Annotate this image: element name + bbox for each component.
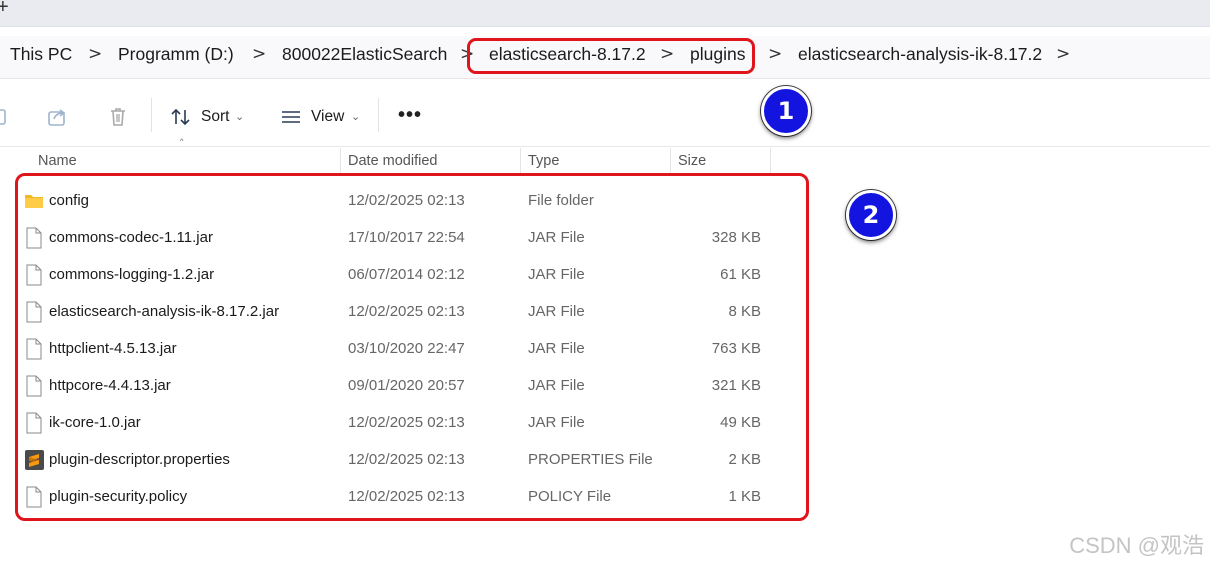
annotation-badge-2: 2 — [846, 190, 896, 240]
breadcrumb-item-this-pc[interactable]: This PC — [10, 44, 72, 65]
sort-button[interactable]: Sort — [201, 108, 229, 126]
column-header-name[interactable]: Name — [38, 153, 77, 169]
column-resize-handle[interactable] — [670, 148, 671, 176]
highlight-breadcrumb-box — [467, 38, 755, 74]
chevron-right-icon[interactable]: > — [88, 44, 102, 64]
column-resize-handle[interactable] — [520, 148, 521, 176]
column-header-date[interactable]: Date modified — [348, 153, 437, 169]
highlight-file-list-box — [15, 173, 809, 521]
view-icon[interactable] — [280, 106, 302, 128]
toolbar-divider — [378, 98, 379, 132]
chevron-right-icon[interactable]: > — [1056, 44, 1070, 64]
column-header-type[interactable]: Type — [528, 153, 559, 169]
new-tab-icon[interactable]: + — [0, 0, 9, 19]
window-top-strip: + — [0, 0, 1210, 27]
breadcrumb-item-elasticsearch-root[interactable]: 800022ElasticSearch — [282, 44, 447, 65]
column-headers: Name Date modified Type Size — [0, 148, 780, 176]
view-button[interactable]: View — [311, 108, 344, 126]
column-resize-handle[interactable] — [770, 148, 771, 176]
breadcrumb-item-drive[interactable]: Programm (D:) — [118, 44, 234, 65]
chevron-down-icon[interactable]: ⌄ — [235, 110, 244, 123]
more-options-icon[interactable]: ••• — [398, 105, 422, 125]
share-icon[interactable] — [47, 106, 69, 128]
column-resize-handle[interactable] — [340, 148, 341, 176]
chevron-down-icon[interactable]: ⌄ — [351, 110, 360, 123]
delete-icon[interactable] — [107, 106, 129, 128]
column-header-size[interactable]: Size — [678, 153, 706, 169]
chevron-right-icon[interactable]: > — [252, 44, 266, 64]
watermark: CSDN @观浩 — [1069, 533, 1204, 558]
toolbar-divider — [151, 98, 152, 132]
annotation-badge-1: 1 — [761, 86, 811, 136]
breadcrumb-item-ik-plugin[interactable]: elasticsearch-analysis-ik-8.17.2 — [798, 44, 1042, 65]
chevron-right-icon[interactable]: > — [768, 44, 782, 64]
copy-icon[interactable] — [0, 106, 12, 128]
sort-icon[interactable] — [170, 106, 192, 128]
